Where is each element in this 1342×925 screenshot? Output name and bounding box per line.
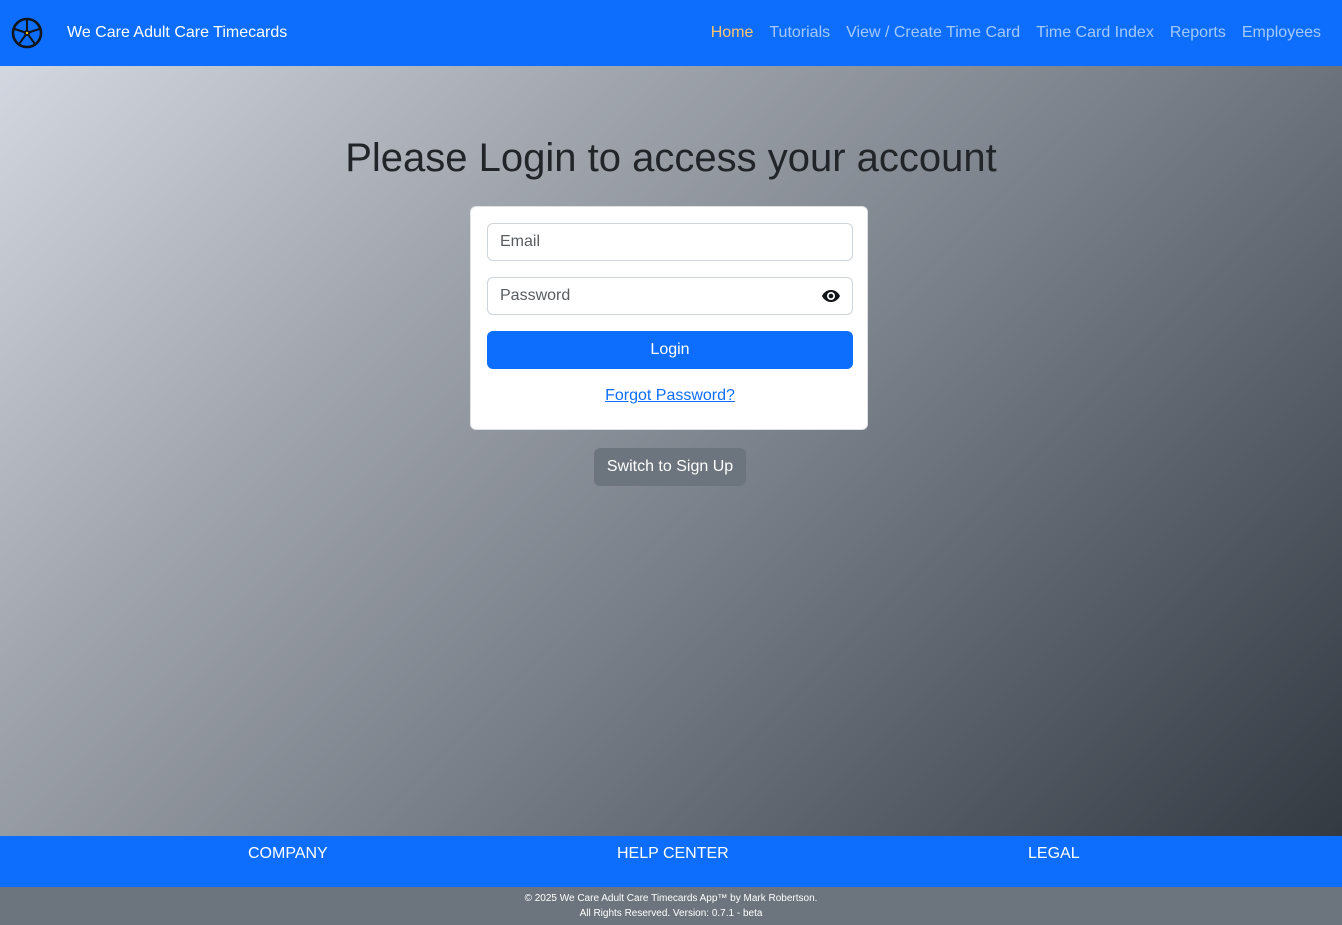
forgot-password-link[interactable]: Forgot Password? xyxy=(471,386,869,406)
nav-home[interactable]: Home xyxy=(711,22,754,44)
eye-icon[interactable] xyxy=(821,286,841,306)
footer-copyright: © 2025 We Care Adult Care Timecards App™… xyxy=(0,887,1342,925)
nav-reports[interactable]: Reports xyxy=(1170,22,1226,44)
password-field[interactable] xyxy=(487,277,853,315)
main-content: Please Login to access your account Logi… xyxy=(0,66,1342,836)
brand-name[interactable]: We Care Adult Care Timecards xyxy=(67,22,287,44)
password-group xyxy=(487,277,853,315)
footer-help-center-link[interactable]: HELP CENTER xyxy=(617,844,729,864)
footer-legal-link[interactable]: LEGAL xyxy=(1028,844,1080,864)
copyright-text: © 2025 We Care Adult Care Timecards App™… xyxy=(524,893,818,904)
footer-company-link[interactable]: COMPANY xyxy=(248,844,328,864)
email-field[interactable] xyxy=(487,223,853,261)
version-text: All Rights Reserved. Version: 0.7.1 - be… xyxy=(579,908,763,919)
page-title: Please Login to access your account xyxy=(345,136,997,180)
login-card: Login Forgot Password? xyxy=(470,206,868,430)
nav-links: Home Tutorials View / Create Time Card T… xyxy=(711,22,1321,44)
switch-to-signup-button[interactable]: Switch to Sign Up xyxy=(594,448,746,486)
footer-links-bar: COMPANY HELP CENTER LEGAL xyxy=(0,836,1342,887)
nav-time-card-index[interactable]: Time Card Index xyxy=(1036,22,1154,44)
nav-employees[interactable]: Employees xyxy=(1242,22,1321,44)
nav-tutorials[interactable]: Tutorials xyxy=(769,22,830,44)
top-navbar: We Care Adult Care Timecards Home Tutori… xyxy=(0,0,1342,66)
nav-view-create-time-card[interactable]: View / Create Time Card xyxy=(846,22,1020,44)
login-button[interactable]: Login xyxy=(487,331,853,369)
wheelchair-wheel-icon[interactable] xyxy=(11,17,43,49)
